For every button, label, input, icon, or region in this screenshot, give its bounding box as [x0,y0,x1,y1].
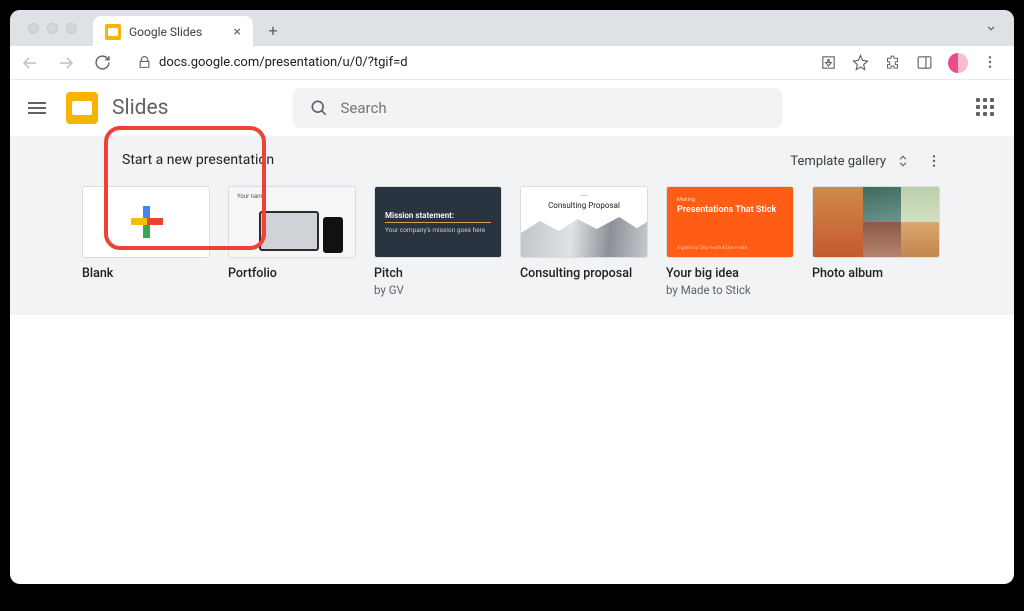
minimize-window-icon[interactable] [47,23,58,34]
url-text: docs.google.com/presentation/u/0/?tgif=d [159,55,408,70]
template-title: Photo album [812,266,940,281]
search-input[interactable] [341,99,767,117]
tab-close-icon[interactable]: × [234,24,241,40]
side-panel-icon[interactable] [916,54,934,72]
unfold-icon [896,152,910,170]
close-window-icon[interactable] [28,23,39,34]
template-subtitle: by GV [374,283,502,297]
profile-avatar-icon[interactable] [948,53,968,73]
section-title: Start a new presentation [122,152,274,168]
template-gallery-button[interactable]: Template gallery [790,152,910,170]
slides-favicon-icon [105,24,121,40]
search-box[interactable] [293,88,783,128]
chrome-chevron-down-icon[interactable] [984,21,998,35]
template-pitch-thumb[interactable]: Mission statement: Your company's missio… [374,186,502,258]
template-portfolio[interactable]: Your name Portfolio [228,186,356,297]
thumb-heading: Consulting Proposal [521,201,647,210]
template-title: Your big idea [666,266,794,281]
template-photo-album[interactable]: Photo album [812,186,940,297]
thumb-heading: Mission statement: [385,211,491,223]
slides-logo-icon[interactable] [66,92,98,124]
app-header: Slides [10,80,1014,136]
browser-window: Google Slides × + docs.google.com/presen… [10,10,1014,584]
template-blank-thumb[interactable] [82,186,210,258]
template-your-big-idea[interactable]: Making Presentations That Stick A guide … [666,186,794,297]
thumb-heading: Presentations That Stick [677,205,783,216]
template-header: Start a new presentation Template galler… [82,150,942,176]
template-big-idea-thumb[interactable]: Making Presentations That Stick A guide … [666,186,794,258]
template-portfolio-thumb[interactable]: Your name [228,186,356,258]
address-bar[interactable]: docs.google.com/presentation/u/0/?tgif=d [126,55,802,70]
app-name: Slides [112,96,169,120]
main-menu-icon[interactable] [28,96,52,120]
chrome-menu-icon[interactable] [982,54,1000,72]
url-bar: docs.google.com/presentation/u/0/?tgif=d [10,46,1014,80]
more-options-icon[interactable] [926,153,942,169]
plus-icon [131,206,163,238]
template-title: Portfolio [228,266,356,281]
new-tab-button[interactable]: + [259,21,287,40]
star-icon[interactable] [852,54,870,72]
extensions-icon[interactable] [884,54,902,72]
thumb-small: —— [521,193,647,199]
template-title: Pitch [374,266,502,281]
thumb-sub: Your company's mission goes here [385,226,491,234]
maximize-window-icon[interactable] [66,23,77,34]
template-title: Blank [82,266,210,281]
template-consulting[interactable]: —— Consulting Proposal Consulting propos… [520,186,648,297]
template-subtitle: by Made to Stick [666,283,794,297]
chrome-tabbar: Google Slides × + [10,10,1014,46]
template-section: Start a new presentation Template galler… [10,136,1014,315]
nav-reload-icon[interactable] [90,51,114,75]
template-consulting-thumb[interactable]: —— Consulting Proposal [520,186,648,258]
template-title: Consulting proposal [520,266,648,281]
search-icon [309,98,329,118]
thumb-foot: A guide by Chip Heath & Dan Heath [677,246,747,251]
lock-icon [138,56,151,69]
url-right-icons [814,53,1006,73]
thumb-small: Making [677,197,783,203]
templates-row: Blank Your name Portfolio Mission statem… [82,186,942,297]
gallery-label: Template gallery [790,154,886,169]
window-controls[interactable] [18,23,87,34]
google-apps-icon[interactable] [976,98,996,118]
nav-forward-icon[interactable] [54,51,78,75]
tab-title: Google Slides [129,25,226,39]
nav-back-icon[interactable] [18,51,42,75]
install-icon[interactable] [820,54,838,72]
template-photo-album-thumb[interactable] [812,186,940,258]
browser-tab[interactable]: Google Slides × [93,16,253,48]
template-blank[interactable]: Blank [82,186,210,297]
template-pitch[interactable]: Mission statement: Your company's missio… [374,186,502,297]
